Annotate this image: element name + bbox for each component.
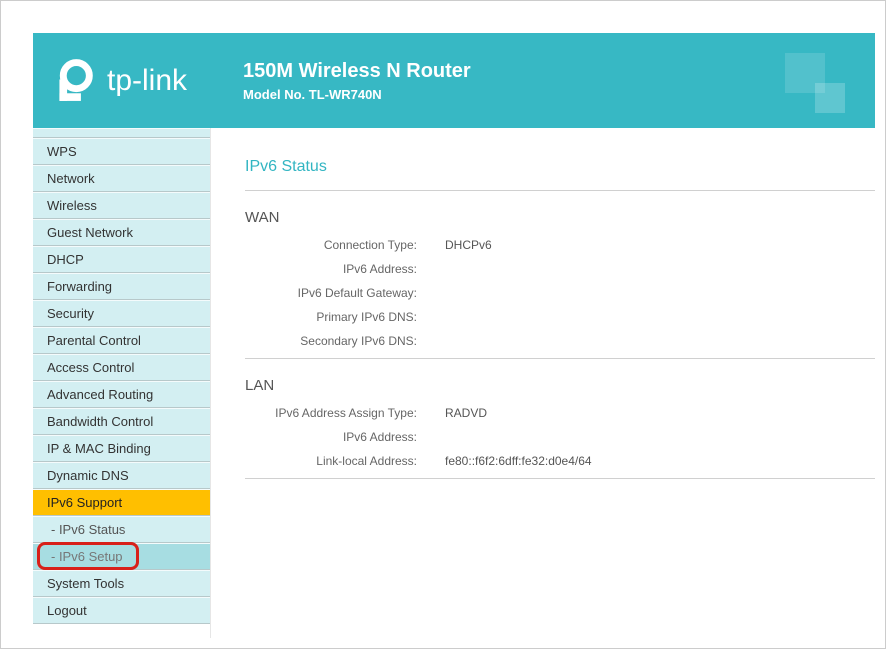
lan-heading: LAN (245, 377, 875, 394)
nav-item-ipv6-support[interactable]: IPv6 Support (33, 489, 210, 516)
wan-secondary-dns-row: Secondary IPv6 DNS: (245, 334, 875, 348)
wan-connection-type-label: Connection Type: (245, 238, 445, 252)
lan-assign-type-row: IPv6 Address Assign Type: RADVD (245, 406, 875, 420)
sidebar[interactable]: WPS Network Wireless Guest Network DHCP … (33, 128, 211, 638)
nav-item-access-control[interactable]: Access Control (33, 354, 210, 381)
nav-item-dynamic-dns[interactable]: Dynamic DNS (33, 462, 210, 489)
nav-item-forwarding[interactable]: Forwarding (33, 273, 210, 300)
lan-link-local-value: fe80::f6f2:6dff:fe32:d0e4/64 (445, 454, 592, 468)
wan-connection-type-row: Connection Type: DHCPv6 (245, 238, 875, 252)
nav-item-ipv6-setup-label: - IPv6 Setup (51, 549, 123, 564)
wan-ipv6-address-row: IPv6 Address: (245, 262, 875, 276)
wan-heading: WAN (245, 209, 875, 226)
divider (245, 358, 875, 359)
content-scroll[interactable]: IPv6 Status WAN Connection Type: DHCPv6 … (211, 128, 875, 638)
wan-connection-type-value: DHCPv6 (445, 238, 492, 252)
divider (245, 478, 875, 479)
nav-item-ip-mac-binding[interactable]: IP & MAC Binding (33, 435, 210, 462)
nav-item-security[interactable]: Security (33, 300, 210, 327)
page-title: IPv6 Status (245, 158, 875, 176)
header-title: 150M Wireless N Router Model No. TL-WR74… (243, 60, 471, 102)
wan-primary-dns-row: Primary IPv6 DNS: (245, 310, 875, 324)
nav-item-advanced-routing[interactable]: Advanced Routing (33, 381, 210, 408)
wan-default-gateway-row: IPv6 Default Gateway: (245, 286, 875, 300)
brand-logo: tp-link (51, 58, 187, 104)
nav-item-wps[interactable]: WPS (33, 138, 210, 165)
lan-link-local-row: Link-local Address: fe80::f6f2:6dff:fe32… (245, 454, 875, 468)
nav-item-ipv6-status[interactable]: - IPv6 Status (33, 516, 210, 543)
nav-item-logout[interactable]: Logout (33, 597, 210, 624)
nav-item-network[interactable]: Network (33, 165, 210, 192)
lan-assign-type-value: RADVD (445, 406, 487, 420)
lan-link-local-label: Link-local Address: (245, 454, 445, 468)
lan-ipv6-address-row: IPv6 Address: (245, 430, 875, 444)
nav-item-guest-network[interactable]: Guest Network (33, 219, 210, 246)
nav-item-system-tools[interactable]: System Tools (33, 570, 210, 597)
nav-item-bandwidth-control[interactable]: Bandwidth Control (33, 408, 210, 435)
product-model: Model No. TL-WR740N (243, 87, 471, 102)
nav-item-truncated[interactable] (33, 128, 210, 138)
wan-default-gateway-label: IPv6 Default Gateway: (245, 286, 445, 300)
nav-item-dhcp[interactable]: DHCP (33, 246, 210, 273)
body: WPS Network Wireless Guest Network DHCP … (33, 128, 875, 638)
header: tp-link 150M Wireless N Router Model No.… (33, 33, 875, 128)
lan-ipv6-address-label: IPv6 Address: (245, 430, 445, 444)
lan-assign-type-label: IPv6 Address Assign Type: (245, 406, 445, 420)
product-title: 150M Wireless N Router (243, 60, 471, 83)
wan-ipv6-address-label: IPv6 Address: (245, 262, 445, 276)
brand-name: tp-link (107, 64, 187, 98)
wan-primary-dns-label: Primary IPv6 DNS: (245, 310, 445, 324)
router-admin-frame: tp-link 150M Wireless N Router Model No.… (33, 33, 875, 638)
nav-menu: WPS Network Wireless Guest Network DHCP … (33, 128, 210, 624)
tplink-logo-icon (51, 58, 97, 104)
divider (245, 190, 875, 191)
nav-item-ipv6-setup[interactable]: - IPv6 Setup (33, 543, 210, 570)
nav-item-parental-control[interactable]: Parental Control (33, 327, 210, 354)
content: IPv6 Status WAN Connection Type: DHCPv6 … (211, 128, 875, 638)
wan-secondary-dns-label: Secondary IPv6 DNS: (245, 334, 445, 348)
nav-item-wireless[interactable]: Wireless (33, 192, 210, 219)
